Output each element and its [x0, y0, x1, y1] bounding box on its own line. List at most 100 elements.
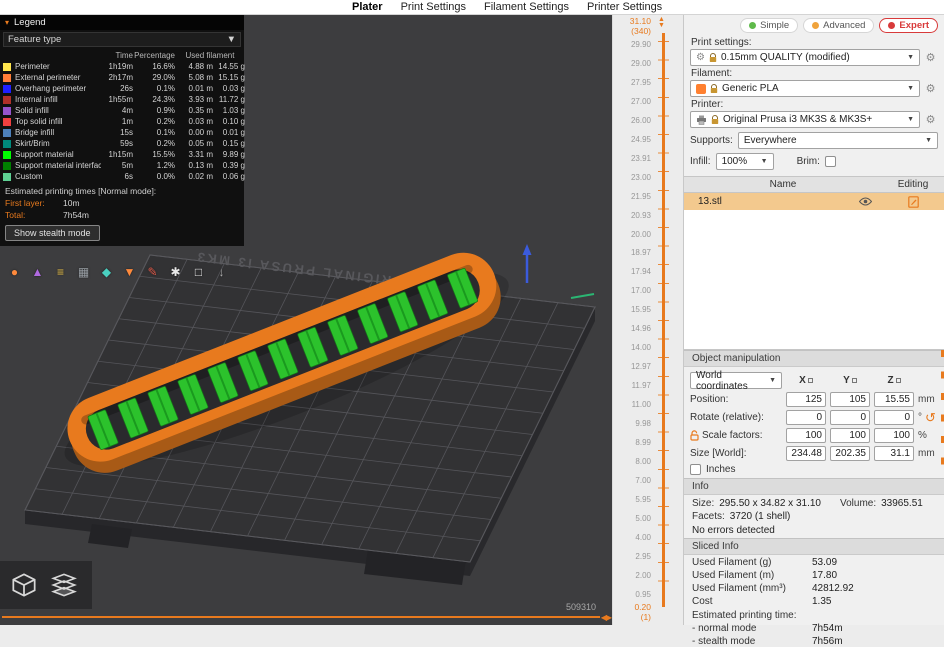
supports-dropdown[interactable]: Everywhere ▼	[738, 132, 938, 149]
layer-stepper[interactable]: ▲▼	[658, 17, 665, 29]
time-estimate-icon[interactable]: ▼	[121, 263, 138, 280]
legend-row[interactable]: Top solid infill 1m 0.2% 0.03 m 0.10 g	[0, 116, 244, 127]
box-icon[interactable]: □	[190, 263, 207, 280]
chevron-down-icon: ▼	[907, 54, 914, 61]
printer-dropdown[interactable]: Original Prusa i3 MK3S & MK3S+ ▼	[690, 111, 920, 128]
lock-icon	[711, 115, 719, 125]
shells-icon[interactable]: ▦	[75, 263, 92, 280]
horizontal-move-slider[interactable]: 509310 ◀▶	[0, 607, 612, 623]
size-y-input[interactable]	[830, 446, 870, 461]
move-slider-handle[interactable]: ◀▶	[601, 613, 611, 622]
legend-row[interactable]: Support material interface 5m 1.2% 0.13 …	[0, 160, 244, 171]
position-x-input[interactable]	[786, 392, 826, 407]
eye-icon[interactable]	[848, 197, 882, 206]
object-list[interactable]: 13.stl	[684, 193, 944, 350]
feature-color-swatch	[3, 74, 11, 82]
view-type-selector[interactable]: Feature type ▼	[3, 32, 241, 47]
infill-dropdown[interactable]: 100% ▼	[716, 153, 774, 170]
layer-tick-label: 2.95	[613, 553, 651, 561]
inches-checkbox[interactable]	[690, 464, 701, 475]
download-icon[interactable]: ↓	[213, 263, 230, 280]
size-z-input[interactable]	[874, 446, 914, 461]
legend-row[interactable]: Skirt/Brim 59s 0.2% 0.05 m 0.15 g	[0, 138, 244, 149]
show-stealth-mode-button[interactable]: Show stealth mode	[5, 225, 100, 241]
brim-checkbox[interactable]	[825, 156, 836, 167]
layer-slider-track[interactable]	[662, 33, 665, 607]
position-z-input[interactable]	[874, 392, 914, 407]
feature-name: Perimeter	[15, 62, 50, 71]
legend-row[interactable]: External perimeter 2h17m 29.0% 5.08 m 15…	[0, 72, 244, 83]
legend-row[interactable]: Solid infill 4m 0.9% 0.35 m 1.03 g	[0, 105, 244, 116]
mode-button[interactable]: Advanced	[803, 18, 874, 33]
edit-printer-button[interactable]: ⚙	[923, 113, 938, 126]
edit-filament-button[interactable]: ⚙	[923, 82, 938, 95]
tab[interactable]: Printer Settings	[587, 1, 662, 13]
object-manipulation-header: Object manipulation	[684, 350, 944, 367]
retractions-icon[interactable]: ▲	[29, 263, 46, 280]
layer-tick-label: 29.00	[613, 60, 651, 68]
collapse-icon[interactable]: ▾	[5, 18, 9, 27]
feature-color-swatch	[3, 151, 11, 159]
object-list-header: Name Editing	[684, 176, 944, 193]
legend-row[interactable]: Bridge infill 15s 0.1% 0.00 m 0.01 g	[0, 127, 244, 138]
stealth-mode-time: - stealth mode7h56m	[692, 636, 936, 647]
view-mode-switch	[0, 561, 92, 609]
printer-icon	[696, 115, 707, 125]
axis-z-label: Z	[874, 375, 914, 386]
editing-icon[interactable]	[882, 196, 944, 208]
seams-icon[interactable]: ≡	[52, 263, 69, 280]
tab[interactable]: Print Settings	[401, 1, 466, 13]
move-slider-track[interactable]	[2, 616, 600, 618]
legend-row[interactable]: Overhang perimeter 26s 0.1% 0.01 m 0.03 …	[0, 83, 244, 94]
mode-button[interactable]: Expert	[879, 18, 938, 33]
filament-dropdown[interactable]: Generic PLA ▼	[690, 80, 920, 97]
sliced-info-header: Sliced Info	[684, 538, 944, 555]
3d-editor-view-button[interactable]	[8, 569, 40, 601]
uniform-scale-lock-icon[interactable]	[690, 430, 699, 441]
feature-name: Support material interface	[15, 161, 101, 170]
layer-tick-label: 11.00	[613, 401, 651, 409]
view-type-value: Feature type	[8, 34, 61, 45]
coordinates-dropdown[interactable]: World coordinates ▼	[690, 372, 782, 389]
mode-selector: Simple Advanced Expert	[684, 15, 944, 35]
scale-z-input[interactable]	[874, 428, 914, 443]
color-changes-icon[interactable]: ◆	[98, 263, 115, 280]
tool-changes-icon[interactable]: ✱	[167, 263, 184, 280]
tab[interactable]: Filament Settings	[484, 1, 569, 13]
legend-header[interactable]: ▾ Legend	[0, 15, 244, 30]
lock-icon	[709, 53, 717, 63]
layer-tick-label: 20.00	[613, 231, 651, 239]
edit-print-settings-button[interactable]: ⚙	[923, 51, 938, 64]
legend-row[interactable]: Internal infill 1h55m 24.3% 3.93 m 11.72…	[0, 94, 244, 105]
preview-layers-view-button[interactable]	[48, 569, 80, 601]
print-settings-dropdown[interactable]: ⚙ 0.15mm QUALITY (modified) ▼	[690, 49, 920, 66]
top-tab-bar: Plater Print Settings Filament Settings …	[0, 0, 944, 15]
layer-tick-label: 17.00	[613, 287, 651, 295]
feature-color-swatch	[3, 129, 11, 137]
layer-tick-label: 15.95	[613, 306, 651, 314]
size-x-input[interactable]	[786, 446, 826, 461]
3d-viewport[interactable]: ORIGINAL PRUSA i3 MK3 ▾ Legend Feature t…	[0, 15, 612, 625]
scale-y-input[interactable]	[830, 428, 870, 443]
layer-tick-label: 11.97	[613, 382, 651, 390]
rotate-z-input[interactable]	[874, 410, 914, 425]
feature-color-swatch	[3, 85, 11, 93]
scale-x-input[interactable]	[786, 428, 826, 443]
rotate-y-input[interactable]	[830, 410, 870, 425]
reset-rotation-icon[interactable]: ↺	[925, 411, 936, 424]
layer-tick-label: 20.93	[613, 212, 651, 220]
legend-row[interactable]: Support material 1h15m 15.5% 3.31 m 9.89…	[0, 149, 244, 160]
mode-button[interactable]: Simple	[740, 18, 798, 33]
object-list-row[interactable]: 13.stl	[684, 193, 944, 210]
custom-gcode-icon[interactable]: ✎	[144, 263, 161, 280]
layer-tick-label: 21.95	[613, 193, 651, 201]
legend-row[interactable]: Perimeter 1h19m 16.6% 4.88 m 14.55 g	[0, 61, 244, 72]
legend-row[interactable]: Custom 6s 0.0% 0.02 m 0.06 g	[0, 171, 244, 182]
legend-title: Legend	[14, 17, 46, 28]
travel-icon[interactable]: ●	[6, 263, 23, 280]
size-label: Size [World]:	[690, 448, 782, 459]
rotate-x-input[interactable]	[786, 410, 826, 425]
position-y-input[interactable]	[830, 392, 870, 407]
tab[interactable]: Plater	[352, 1, 383, 13]
object-manipulation-grid: World coordinates ▼ X Y Z Position: mm R…	[690, 372, 938, 475]
